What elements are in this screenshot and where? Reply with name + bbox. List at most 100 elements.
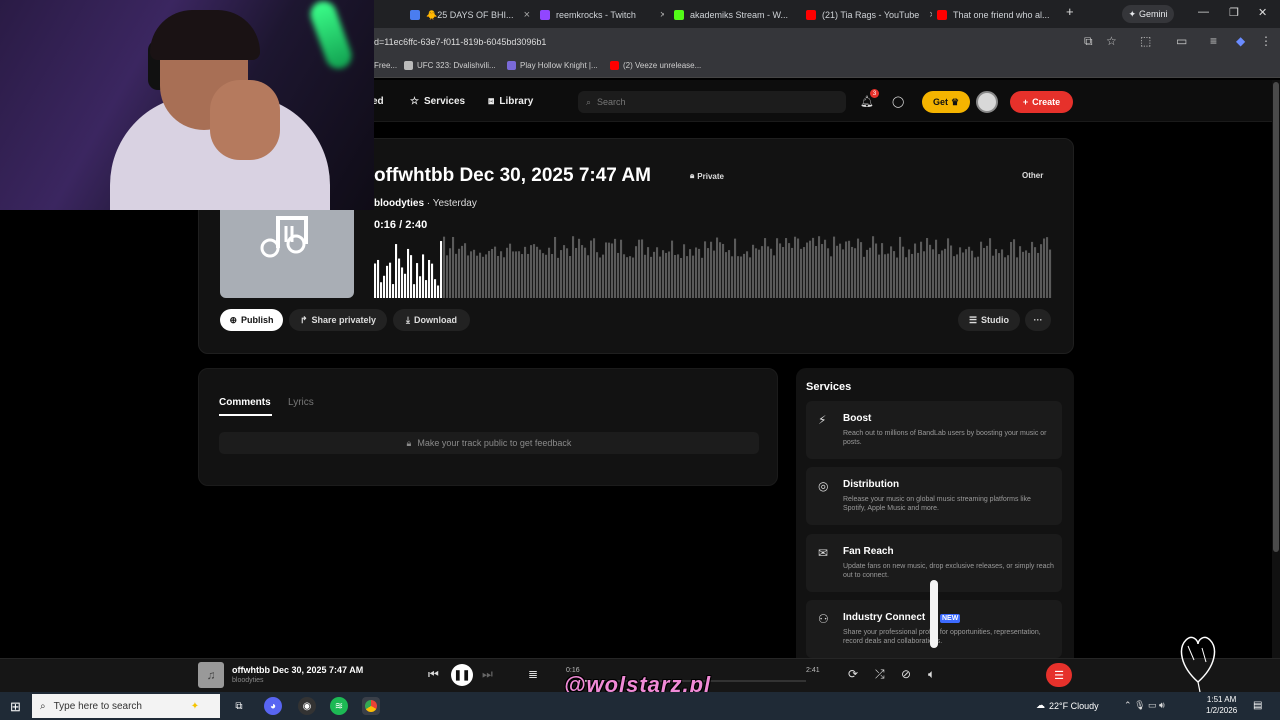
- cast-icon[interactable]: ⧉: [1084, 34, 1093, 49]
- previous-track-icon[interactable]: ⏮︎: [428, 667, 439, 682]
- waveform-bar: [950, 245, 953, 298]
- browser-tab[interactable]: akademiks Stream - W... ×: [674, 4, 794, 26]
- search-input[interactable]: ⌕ Search: [578, 91, 846, 113]
- notification-center-icon[interactable]: ▤: [1253, 700, 1262, 711]
- waveform-bar: [932, 249, 935, 298]
- more-options-button[interactable]: ···: [1025, 309, 1051, 331]
- weather-widget[interactable]: ☁ 22°F Cloudy: [1036, 700, 1099, 711]
- close-tab-icon[interactable]: ×: [660, 9, 664, 21]
- page-scrollbar[interactable]: [1272, 80, 1280, 658]
- mute-icon[interactable]: ⊘: [901, 667, 911, 681]
- bookmark-star-icon[interactable]: ☆: [1106, 34, 1117, 48]
- waveform-bar: [653, 251, 656, 298]
- waveform-bar: [440, 241, 443, 298]
- bookmark-item[interactable]: UFC 323: Dvalishvili...: [404, 61, 496, 70]
- waveform-bar: [836, 245, 839, 298]
- service-card-distribution[interactable]: ◎ Distribution Release your music on glo…: [806, 467, 1062, 525]
- avatar[interactable]: [976, 91, 998, 113]
- player-artist[interactable]: bloodyties: [232, 677, 264, 684]
- discord-icon[interactable]: ◕: [264, 697, 282, 715]
- browser-tab[interactable]: That one friend who al... ×: [937, 4, 1057, 26]
- microphone-icon[interactable]: 🎙︎: [1134, 700, 1145, 710]
- waveform-bar: [812, 237, 815, 298]
- waveform-bar: [629, 256, 632, 298]
- feedback-notice-text: Make your track public to get feedback: [417, 438, 572, 448]
- volume-icon[interactable]: 🔈︎: [928, 667, 935, 682]
- service-title: Industry Connect: [843, 612, 926, 623]
- sparkle-icon[interactable]: ✦: [186, 697, 204, 715]
- queue-icon[interactable]: ≣: [528, 667, 538, 681]
- waveform-bar: [392, 284, 395, 298]
- waveform-bar: [875, 243, 878, 298]
- clock-time: 1:51 AM: [1206, 695, 1237, 704]
- gemini-button[interactable]: ✦ Gemini: [1122, 5, 1174, 23]
- create-button[interactable]: + Create: [1010, 91, 1073, 113]
- waveform-bar: [518, 251, 521, 298]
- service-card-boost[interactable]: ⚡︎ Boost Reach out to millions of BandLa…: [806, 401, 1062, 459]
- tab-comments[interactable]: Comments: [219, 397, 271, 408]
- nav-services[interactable]: ☆ Services: [410, 96, 465, 107]
- bookmark-item[interactable]: Free...: [374, 61, 397, 70]
- browser-tab[interactable]: reemkrocks - Twitch ×: [540, 4, 664, 26]
- tab-search-icon[interactable]: ≡: [1210, 34, 1217, 48]
- waveform-bar: [851, 246, 854, 298]
- chrome-icon[interactable]: [362, 697, 380, 715]
- next-track-icon[interactable]: ⏭︎: [482, 667, 493, 682]
- studio-button[interactable]: ☰ Studio: [958, 309, 1020, 331]
- extensions-icon[interactable]: ⬚: [1140, 34, 1151, 48]
- new-tab-icon[interactable]: +: [1066, 4, 1074, 19]
- scrollbar-thumb[interactable]: [1273, 82, 1279, 552]
- track-title: offwhtbb Dec 30, 2025 7:47 AM: [374, 165, 651, 186]
- url-field[interactable]: id=11ec6ffc-63e7-f011-819b-6045bd3096b1: [372, 37, 546, 47]
- waveform-bar: [1022, 251, 1025, 298]
- system-tray[interactable]: ⌃ 🎙︎ ▭ 🔊︎: [1124, 700, 1165, 711]
- close-tab-icon[interactable]: ×: [524, 9, 530, 21]
- menu-icon[interactable]: ⋮: [1260, 34, 1272, 48]
- tray-chevron-icon[interactable]: ⌃: [1124, 700, 1132, 710]
- queue-button[interactable]: ☰: [1046, 663, 1072, 687]
- download-button[interactable]: ⤓ Download: [393, 309, 470, 331]
- tab-lyrics[interactable]: Lyrics: [288, 397, 314, 408]
- close-window-icon[interactable]: ✕: [1258, 6, 1267, 19]
- waveform-bar: [923, 251, 926, 298]
- sidebar-icon[interactable]: ▭: [1176, 34, 1187, 48]
- genre-tag[interactable]: Other: [1022, 171, 1043, 180]
- network-icon[interactable]: ▭: [1148, 700, 1157, 710]
- restore-icon[interactable]: ❐: [1229, 6, 1239, 19]
- scroll-cursor-handle[interactable]: [930, 580, 938, 648]
- waveform-bar: [863, 256, 866, 298]
- minimize-icon[interactable]: —: [1198, 6, 1209, 18]
- waveform-bar: [1043, 238, 1046, 298]
- waveform-bar: [737, 256, 740, 298]
- spotify-icon[interactable]: ≋: [330, 697, 348, 715]
- close-tab-icon[interactable]: ×: [929, 9, 932, 21]
- obs-icon[interactable]: ◉: [298, 697, 316, 715]
- windows-start-icon[interactable]: ⊞: [10, 699, 21, 715]
- bookmark-item[interactable]: Play Hollow Knight |...: [507, 61, 598, 70]
- speaker-icon[interactable]: 🔊︎: [1159, 700, 1165, 710]
- taskbar-clock[interactable]: 1:51 AM 1/2/2026: [1206, 694, 1237, 716]
- artist-link[interactable]: bloodyties: [374, 198, 424, 209]
- share-privately-button[interactable]: ↱ Share privately: [289, 309, 387, 331]
- browser-tab[interactable]: 🐥25 DAYS OF BHI... ×: [410, 4, 536, 26]
- player-artwork[interactable]: ♫: [198, 662, 224, 688]
- pause-button[interactable]: ❚❚: [451, 664, 473, 686]
- player-track-title[interactable]: offwhtbb Dec 30, 2025 7:47 AM: [232, 665, 363, 675]
- waveform-bar: [614, 238, 617, 298]
- get-membership-button[interactable]: Get ♛: [922, 91, 970, 113]
- publish-button[interactable]: ⊕ Publish: [220, 309, 283, 331]
- task-view-icon[interactable]: ⧉: [230, 697, 248, 715]
- profile-icon[interactable]: ◆: [1236, 34, 1245, 48]
- waveform[interactable]: [374, 236, 1052, 298]
- waveform-bar: [809, 240, 812, 298]
- service-title: Fan Reach: [843, 546, 894, 557]
- bookmark-item[interactable]: (2) Veeze unrelease...: [610, 61, 701, 70]
- nav-library[interactable]: ⧈ Library: [488, 96, 533, 107]
- messages-icon[interactable]: ◯: [892, 95, 904, 108]
- waveform-bar: [779, 243, 782, 298]
- repeat-icon[interactable]: ⟳: [848, 667, 858, 681]
- shuffle-icon[interactable]: ⤮: [875, 667, 885, 682]
- browser-tab[interactable]: (21) Tia Rags - YouTube ×: [806, 4, 932, 26]
- webcam-overlay: [0, 0, 374, 210]
- waveform-bar: [605, 242, 608, 298]
